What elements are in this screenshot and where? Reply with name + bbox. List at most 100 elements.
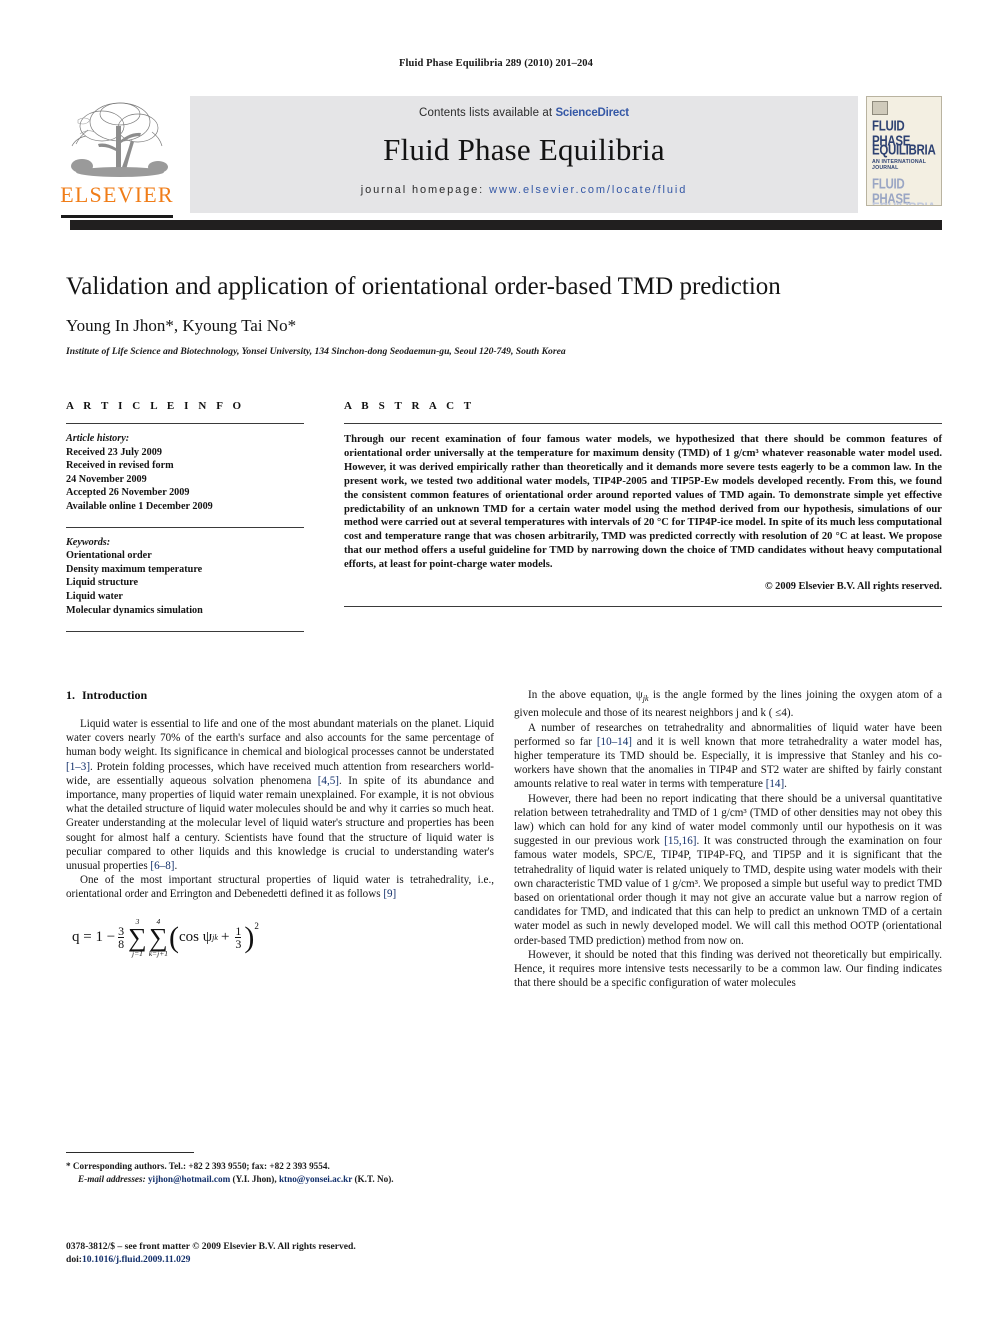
elsevier-rule xyxy=(61,215,173,218)
citation-ref[interactable]: [9] xyxy=(383,888,396,900)
homepage-url-link[interactable]: www.elsevier.com/locate/fluid xyxy=(489,184,687,196)
homepage-label: journal homepage: xyxy=(360,184,485,196)
equation-fraction-three-eighths: 3 8 xyxy=(118,925,125,951)
citation-ref[interactable]: [14] xyxy=(766,778,784,790)
abstract-rule-top xyxy=(344,423,942,424)
contents-prefix: Contents lists available at xyxy=(419,107,556,119)
email-owner-1: (Y.I. Jhon), xyxy=(230,1173,279,1184)
masthead-divider-bar xyxy=(70,220,942,230)
paragraph-text: One of the most important structural pro… xyxy=(66,874,494,901)
article-history-group: Article history: Received 23 July 2009 R… xyxy=(66,432,304,514)
fraction-denominator: 8 xyxy=(118,936,125,951)
keyword-item: Orientational order xyxy=(66,550,152,562)
body-column-right: In the above equation, ψjk is the angle … xyxy=(514,688,942,990)
paragraph-text: . xyxy=(784,778,787,791)
paren-close: ) xyxy=(244,920,255,954)
journal-banner: Contents lists available at ScienceDirec… xyxy=(190,96,858,213)
email-link-2[interactable]: ktno@yonsei.ac.kr xyxy=(279,1174,352,1184)
body-column-left: 1. Introduction Liquid water is essential… xyxy=(66,688,494,990)
elsevier-logo: ELSEVIER xyxy=(50,96,184,220)
citation-ref[interactable]: [15,16] xyxy=(664,835,696,847)
cover-subtitle: AN INTERNATIONAL JOURNAL xyxy=(872,159,927,171)
history-item: Received 23 July 2009 xyxy=(66,446,162,458)
equation-fraction-one-third: 1 3 xyxy=(235,925,242,951)
citation-ref[interactable]: [4,5] xyxy=(318,775,339,787)
journal-cover-thumbnail[interactable]: FLUID PHASE EQUILIBRIA AN INTERNATIONAL … xyxy=(866,96,942,206)
history-item: Available online 1 December 2009 xyxy=(66,500,213,512)
sigma-glyph: ∑ xyxy=(149,922,168,952)
affiliation: Institute of Life Science and Biotechnol… xyxy=(66,346,566,357)
elsevier-tree-icon xyxy=(58,96,176,184)
paragraph-text: . In spite of its abundance and importan… xyxy=(66,774,494,873)
journal-homepage-line: journal homepage: www.elsevier.com/locat… xyxy=(190,184,858,196)
paragraph: Liquid water is essential to life and on… xyxy=(66,717,494,873)
article-info-rule-top xyxy=(66,423,304,424)
equation-1: q = 1 − 3 8 3 ∑ j=1 4 ∑ k=j+1 ( cos ψ jk … xyxy=(66,917,494,958)
email-link-1[interactable]: yijhon@hotmail.com xyxy=(148,1174,230,1184)
abstract-rule-bottom xyxy=(344,606,942,608)
article-info-rule-mid xyxy=(66,526,304,528)
keywords-label: Keywords: xyxy=(66,536,111,548)
equation-plus: + xyxy=(220,929,230,946)
corresponding-author-note: * Corresponding authors. Tel.: +82 2 393… xyxy=(66,1161,330,1171)
summation-inner: 4 ∑ k=j+1 xyxy=(148,917,169,958)
keyword-item: Liquid structure xyxy=(66,577,138,589)
equation-block: q = 1 − 3 8 3 ∑ j=1 4 ∑ k=j+1 ( cos ψ jk … xyxy=(66,917,494,980)
history-item: 24 November 2009 xyxy=(66,473,147,485)
title-block: Validation and application of orientatio… xyxy=(66,272,942,357)
paragraph-text: Liquid water is essential to life and on… xyxy=(66,718,494,759)
paper-page: Fluid Phase Equilibria 289 (2010) 201–20… xyxy=(0,0,992,1323)
article-info-heading: A R T I C L E I N F O xyxy=(66,400,245,412)
section-title: Introduction xyxy=(82,688,148,702)
email-note: E-mail addresses: yijhon@hotmail.com (Y.… xyxy=(66,1173,494,1186)
elsevier-wordmark: ELSEVIER xyxy=(60,182,174,207)
issn-line: 0378-3812/$ – see front matter © 2009 El… xyxy=(66,1241,356,1252)
keyword-item: Molecular dynamics simulation xyxy=(66,604,203,616)
email-label: E-mail addresses: xyxy=(78,1173,146,1184)
equation-lhs: q = 1 − xyxy=(72,929,116,946)
cover-line-4: EQUILIBRIA xyxy=(872,201,936,205)
summation-lower-limit: k=j+1 xyxy=(148,948,169,958)
paragraph: One of the most important structural pro… xyxy=(66,873,494,901)
email-owner-2: (K.T. No). xyxy=(352,1173,394,1184)
section-heading-introduction: 1. Introduction xyxy=(66,688,494,703)
paragraph: In the above equation, ψjk is the angle … xyxy=(514,688,942,721)
equation-exponent: 2 xyxy=(254,920,259,931)
article-title: Validation and application of orientatio… xyxy=(66,273,781,300)
keywords-group: Keywords: Orientational order Density ma… xyxy=(66,536,304,618)
history-item: Received in revised form xyxy=(66,460,174,472)
paragraph-text: . xyxy=(174,860,178,873)
abstract-text: Through our recent examination of four f… xyxy=(344,434,942,571)
cover-line-2: EQUILIBRIA xyxy=(872,143,936,158)
citation-ref[interactable]: [1–3] xyxy=(66,761,90,773)
doi-link[interactable]: 10.1016/j.fluid.2009.11.029 xyxy=(82,1254,190,1265)
article-history-label: Article history: xyxy=(66,433,130,444)
paren-open: ( xyxy=(169,920,180,954)
article-info-column: A R T I C L E I N F O Article history: R… xyxy=(66,400,304,633)
footnote-block: * Corresponding authors. Tel.: +82 2 393… xyxy=(66,1152,494,1185)
article-info-rule-bottom xyxy=(66,631,304,633)
footnote-rule xyxy=(66,1152,194,1153)
abstract-heading: A B S T R A C T xyxy=(344,400,475,412)
abstract-column: A B S T R A C T Through our recent exami… xyxy=(344,400,942,608)
abstract-copyright: © 2009 Elsevier B.V. All rights reserved… xyxy=(764,581,942,593)
fraction-denominator: 3 xyxy=(235,936,242,951)
paragraph: However, it should be noted that this fi… xyxy=(514,948,942,990)
journal-masthead: ELSEVIER Contents lists available at Sci… xyxy=(50,96,942,220)
doi-line: doi:10.1016/j.fluid.2009.11.029 xyxy=(66,1253,566,1266)
citation-ref[interactable]: [6–8] xyxy=(150,860,174,872)
summation-outer: 3 ∑ j=1 xyxy=(128,917,147,958)
summation-lower-limit: j=1 xyxy=(131,948,143,958)
keyword-item: Density maximum temperature xyxy=(66,563,203,575)
author-list: Young In Jhon*, Kyoung Tai No* xyxy=(66,316,297,335)
colophon: 0378-3812/$ – see front matter © 2009 El… xyxy=(66,1240,566,1266)
paragraph-text: . It was constructed through the examina… xyxy=(514,835,942,947)
paragraph: A number of researches on tetrahedrality… xyxy=(514,721,942,792)
keyword-item: Liquid water xyxy=(66,590,123,602)
paragraph: However, there had been no report indica… xyxy=(514,792,942,948)
sigma-glyph: ∑ xyxy=(128,922,147,952)
sciencedirect-link[interactable]: ScienceDirect xyxy=(555,107,629,119)
contents-line: Contents lists available at ScienceDirec… xyxy=(190,96,858,119)
citation-ref[interactable]: [10–14] xyxy=(597,736,632,748)
journal-title: Fluid Phase Equilibria xyxy=(383,132,665,167)
